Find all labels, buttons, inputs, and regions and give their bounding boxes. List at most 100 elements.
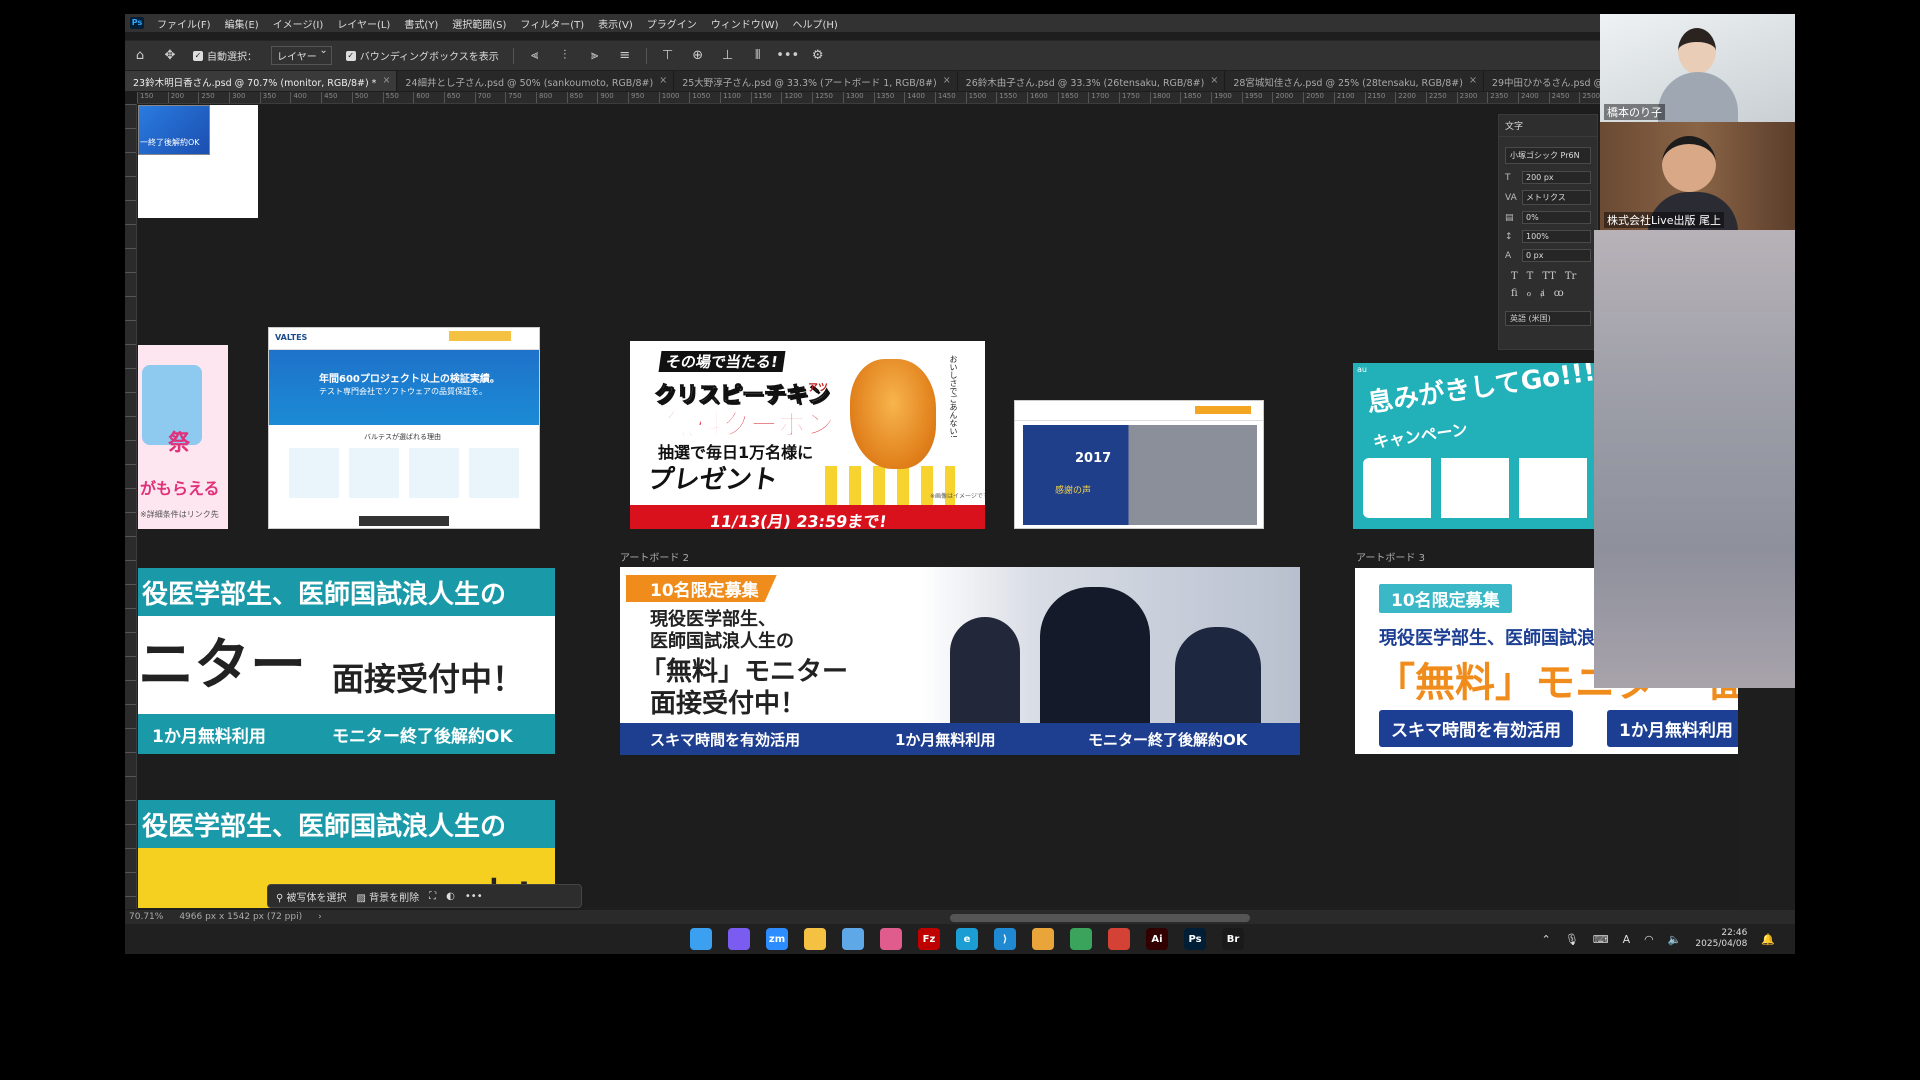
ruler-tick: 550 — [382, 92, 414, 103]
vertical-ruler[interactable] — [125, 104, 137, 909]
photos-icon[interactable] — [880, 928, 902, 950]
copilot-icon[interactable] — [728, 928, 750, 950]
horizontal-scrollbar[interactable] — [950, 914, 1250, 922]
select-subject-button[interactable]: ⚲ 被写体を選択 — [276, 889, 347, 904]
tracking-field[interactable]: 0% — [1522, 211, 1591, 224]
menu-select[interactable]: 選択範囲(S) — [445, 16, 513, 31]
menu-layer[interactable]: レイヤー(L) — [330, 16, 397, 31]
keyboard-icon[interactable]: ⌨ — [1593, 933, 1609, 946]
distribute-icon[interactable]: ≡ — [616, 47, 634, 65]
kerning-field[interactable]: メトリクス — [1522, 190, 1591, 205]
banner-monitor-left[interactable]: 役医学部生、医師国試浪人生の ニター 面接受付中！ 1か月無料利用 モニター終了… — [138, 568, 555, 754]
baseline-field[interactable]: 0 px — [1522, 249, 1591, 262]
font-size-field[interactable]: 200 px — [1522, 171, 1591, 184]
close-icon[interactable]: × — [382, 75, 390, 91]
stylistic-icon[interactable]: ⱥ — [1540, 288, 1544, 299]
gear-icon[interactable]: ⚙ — [809, 47, 827, 65]
close-icon[interactable]: × — [943, 75, 951, 91]
ruler-tick: 1350 — [873, 92, 905, 103]
tab-23[interactable]: 23鈴木明日香さん.psd @ 70.7% (monitor, RGB/8#) … — [125, 71, 398, 91]
banner-monitor-middle[interactable]: 10名限定募集 現役医学部生、 医師国試浪人生の 「無料」モニター 面接受付中！… — [620, 567, 1300, 755]
notepad-icon[interactable] — [842, 928, 864, 950]
crop-icon[interactable]: ⛶ — [429, 891, 436, 902]
ruler-tick: 950 — [628, 92, 659, 103]
adjust-icon[interactable]: ◐ — [446, 891, 455, 902]
banner-valtes[interactable]: VALTES 年間600プロジェクト以上の検証実績。 テスト専門会社でソフトウェ… — [268, 327, 540, 529]
chrome-3-icon[interactable] — [1108, 928, 1130, 950]
banner-festival[interactable]: 祭 がもらえる ※詳細条件はリンク先 — [138, 345, 228, 529]
artboard-3-label[interactable]: アートボード 3 — [1356, 549, 1425, 564]
bridge-icon[interactable]: Br — [1222, 928, 1244, 950]
close-icon[interactable]: × — [1469, 75, 1477, 91]
menu-plugins[interactable]: プラグイン — [640, 16, 704, 31]
align-right-icon[interactable]: ⫸ — [586, 47, 604, 65]
close-icon[interactable]: × — [1210, 75, 1218, 91]
close-icon[interactable]: × — [659, 75, 667, 91]
tab-26[interactable]: 26鈴木由子さん.psd @ 33.3% (26tensaku, RGB/8#)… — [958, 71, 1226, 91]
align-left-icon[interactable]: ⫷ — [526, 47, 544, 65]
menu-view[interactable]: 表示(V) — [591, 16, 640, 31]
volume-icon[interactable]: 🔈 — [1668, 933, 1682, 946]
ordinal-icon[interactable]: ꝏ — [1554, 288, 1564, 299]
remove-background-button[interactable]: ▨ 背景を削除 — [357, 889, 420, 904]
video-tile-participant-2[interactable]: 株式会社Live出版 尾上 — [1600, 122, 1795, 230]
chevron-right-icon[interactable]: › — [318, 912, 322, 922]
menu-type[interactable]: 書式(Y) — [397, 16, 445, 31]
align-center-icon[interactable]: ⫶ — [556, 47, 574, 65]
video-tile-participant-1[interactable]: 橋本のり子 — [1600, 14, 1795, 122]
align-middle-icon[interactable]: ⊕ — [689, 47, 707, 65]
vscode-icon[interactable]: ⟩ — [994, 928, 1016, 950]
menu-help[interactable]: ヘルプ(H) — [785, 16, 844, 31]
menu-window[interactable]: ウィンドウ(W) — [704, 16, 786, 31]
chrome-icon[interactable] — [1032, 928, 1054, 950]
tab-24[interactable]: 24細井とし子さん.psd @ 50% (sankoumoto, RGB/8#)… — [397, 71, 675, 91]
align-bottom-icon[interactable]: ⊥ — [719, 47, 737, 65]
file-explorer-icon[interactable] — [804, 928, 826, 950]
allcaps-style-button[interactable]: TT — [1542, 271, 1556, 282]
banner-contest[interactable]: 2017 感謝の声 — [1014, 400, 1264, 529]
illustrator-icon[interactable]: Ai — [1146, 928, 1168, 950]
ime-icon[interactable]: A — [1623, 933, 1631, 946]
chevron-up-icon[interactable]: ⌃ — [1542, 933, 1551, 946]
swash-icon[interactable]: ℴ — [1527, 288, 1532, 299]
zoom-level[interactable]: 70.71% — [129, 912, 163, 922]
windows-start-icon[interactable] — [690, 928, 712, 950]
notification-icon[interactable]: 🔔 — [1761, 933, 1775, 946]
clock[interactable]: 22:46 2025/04/08 — [1695, 928, 1747, 950]
font-family-select[interactable]: 小塚ゴシック Pr6N — [1505, 147, 1591, 164]
more-icon[interactable]: ••• — [465, 891, 483, 902]
edge-icon[interactable]: e — [956, 928, 978, 950]
photoshop-icon[interactable]: Ps — [1184, 928, 1206, 950]
wifi-icon[interactable]: ◠ — [1644, 933, 1654, 946]
home-icon[interactable]: ⌂ — [131, 47, 149, 65]
tab-25[interactable]: 25大野淳子さん.psd @ 33.3% (アートボード 1, RGB/8#) × — [674, 71, 958, 91]
language-select[interactable]: 英語 (米国) — [1505, 311, 1591, 326]
move-tool-icon[interactable]: ✥ — [161, 47, 179, 65]
character-panel-header[interactable]: 文字 — [1499, 115, 1597, 137]
layer-select-dropdown[interactable]: レイヤー — [271, 45, 332, 65]
bold-style-button[interactable]: T — [1511, 271, 1518, 282]
smallcaps-style-button[interactable]: Tr — [1565, 271, 1576, 282]
filezilla-icon[interactable]: Fz — [918, 928, 940, 950]
zoom-icon[interactable]: zm — [766, 928, 788, 950]
menu-edit[interactable]: 編集(E) — [218, 16, 266, 31]
microphone-icon[interactable]: 🎙 — [1565, 933, 1579, 946]
menu-filter[interactable]: フィルター(T) — [513, 16, 591, 31]
ligature-icon[interactable]: fi — [1511, 288, 1518, 299]
tab-28[interactable]: 28宮城知佳さん.psd @ 25% (28tensaku, RGB/8#) × — [1225, 71, 1484, 91]
bounding-box-checkbox[interactable]: ✓ バウンディングボックスを表示 — [345, 48, 499, 63]
align-top-icon[interactable]: ⊤ — [659, 47, 677, 65]
italic-style-button[interactable]: T — [1527, 271, 1534, 282]
vertical-scale-field[interactable]: 100% — [1522, 230, 1591, 243]
more-options-icon[interactable]: ••• — [776, 47, 799, 65]
menu-image[interactable]: イメージ(I) — [266, 16, 331, 31]
monitor-mid-person-man — [1175, 627, 1261, 723]
menu-file[interactable]: ファイル(F) — [150, 16, 218, 31]
artboard-small[interactable]: 一終了後解約OK — [138, 105, 258, 218]
auto-select-checkbox[interactable]: ✓ 自動選択： — [193, 48, 257, 63]
artboard-2-label[interactable]: アートボード 2 — [620, 549, 689, 564]
distribute-v-icon[interactable]: ⦀ — [749, 47, 767, 65]
horizontal-ruler[interactable]: 150 200 250 300 350 400 450 500 550 600 650 700 750 8… — [137, 92, 1795, 104]
banner-chicken-coupon[interactable]: その場で当たる! クリスピーチキン アツ 無料クーポン 抽選で毎日1万名様に プ… — [630, 341, 985, 529]
chrome-2-icon[interactable] — [1070, 928, 1092, 950]
